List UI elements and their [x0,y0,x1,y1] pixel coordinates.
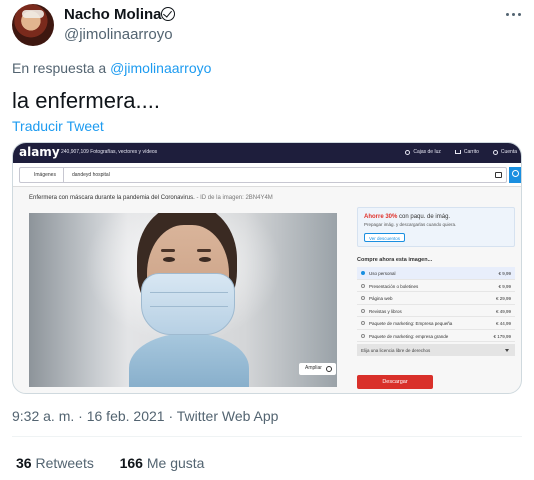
tweet-time[interactable]: 9:32 a. m. [12,408,74,424]
license-option: Presentación o boletines € 9,99 [357,280,515,292]
tweet-stats: 36 Retweets 166 Me gusta [16,455,204,471]
alamy-count: 240,907,109 Fotografías, vectores y víde… [61,149,158,155]
lightbox-icon [405,149,411,155]
reply-context: En respuesta a @jimolinaarroyo [12,60,211,76]
more-icon[interactable] [504,7,522,21]
alamy-search-box: Imágenes dandeyd hospital [19,167,507,183]
nurse-photo: Ampliar [29,213,337,387]
image-id: - ID de la imagen: 2BN4Y4M [196,195,273,201]
license-option: Revistas y libros € 49,99 [357,305,515,317]
alamy-header-links: Cajas de luz Carrito Cuenta [405,149,517,155]
search-icon [509,167,521,183]
media-screenshot[interactable]: alamy 240,907,109 Fotografías, vectores … [12,142,522,394]
radio-icon [361,321,365,325]
author-handle[interactable]: @jimolinaarroyo [64,26,173,43]
camera-icon [495,172,502,178]
radio-icon [361,333,365,338]
avatar[interactable] [12,4,54,46]
alamy-search-strip: Imágenes dandeyd hospital [13,163,521,187]
radio-icon [361,296,365,300]
translate-link[interactable]: Traducir Tweet [12,118,104,134]
license-option: Paquete de marketing: empresa grande € 17… [357,330,515,342]
tweet-source[interactable]: Twitter Web App [177,408,279,424]
license-option: Uso personal € 9,99 [357,267,515,280]
tweet-text: la enfermera.... [12,88,160,113]
author-name[interactable]: Nacho Molina [64,6,162,23]
account-icon [492,149,498,155]
download-button: Descargar [357,375,433,389]
license-select: Elija una licencia libre de derechos [357,344,515,356]
tweet-meta: 9:32 a. m. · 16 feb. 2021 · Twitter Web … [12,408,279,424]
radio-icon [361,308,365,313]
likes-stat[interactable]: 166 Me gusta [120,455,205,471]
image-caption: Enfermera con máscara durante la pandemi… [29,195,273,201]
license-options: Uso personal € 9,99 Presentación o boleti… [357,267,515,356]
promo-box: Ahorre 30% con paqu. de imág. Prepagar i… [357,207,515,247]
radio-icon [361,271,365,275]
verified-icon [161,7,175,21]
face-mask [141,273,235,335]
divider [12,436,522,437]
tweet-date[interactable]: 16 feb. 2021 [87,408,165,424]
search-value: dandeyd hospital [72,172,110,178]
retweets-stat[interactable]: 36 Retweets [16,455,94,471]
tweet: Nacho Molina @jimolinaarroyo En respuest… [0,0,534,480]
lightbox-link: Cajas de luz [405,149,441,155]
cart-icon [454,150,461,154]
search-category: Imágenes [20,168,64,182]
account-link: Cuenta [492,149,517,155]
cart-link: Carrito [454,149,479,155]
buy-title: Compre ahora esta imagen... [357,257,433,263]
enlarge-button: Ampliar [299,363,336,375]
license-option: Página web € 29,99 [357,292,515,305]
reply-mention-link[interactable]: @jimolinaarroyo [110,60,211,76]
alamy-header-bar: alamy 240,907,109 Fotografías, vectores … [13,143,521,163]
reply-prefix: En respuesta a [12,60,107,76]
radio-icon [361,283,365,288]
eye [199,257,211,262]
eye [163,257,175,262]
promo-button: Ver descuentos [364,233,406,242]
alamy-logo: alamy [19,145,60,159]
license-option: Paquete de marketing: Empresa pequeña € 4… [357,317,515,330]
